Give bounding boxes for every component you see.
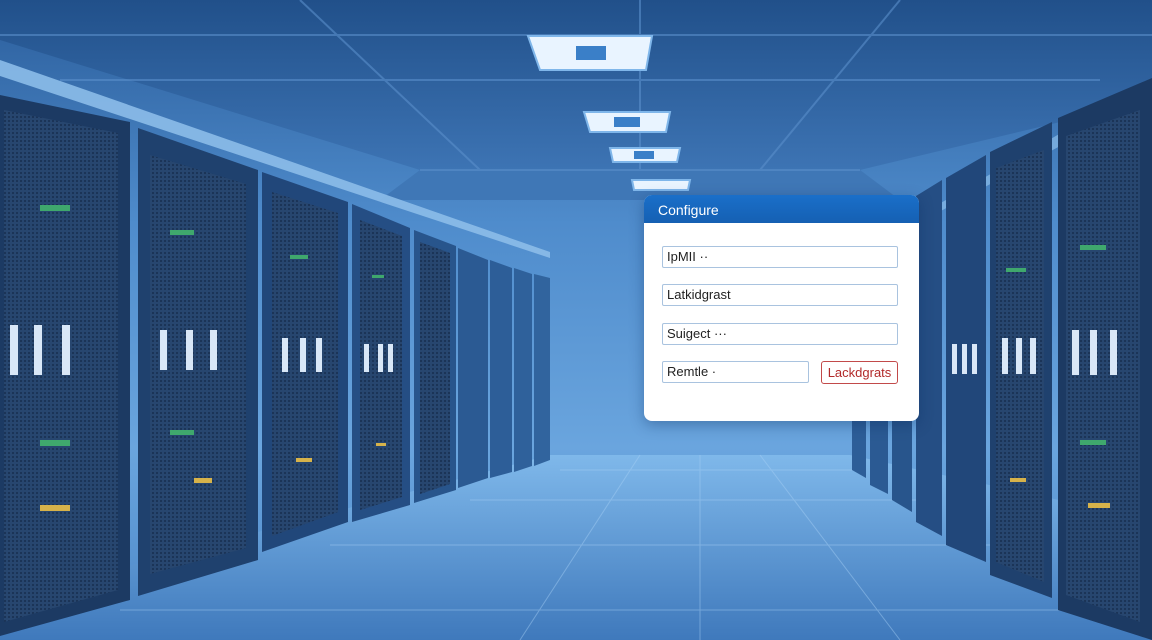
subject-field[interactable]: Suigect ···: [662, 323, 898, 345]
ipmi-field[interactable]: IpMII ··: [662, 246, 898, 268]
remote-field[interactable]: Remtle ·: [662, 361, 809, 383]
dialog-title: Configure: [644, 195, 919, 223]
server-room-background: [0, 0, 1152, 640]
second-field[interactable]: Latkidgrast: [662, 284, 898, 306]
action-button[interactable]: Lackdgrats: [821, 361, 898, 384]
configure-dialog: Configure IpMII ·· Latkidgrast Suigect ·…: [644, 195, 919, 421]
